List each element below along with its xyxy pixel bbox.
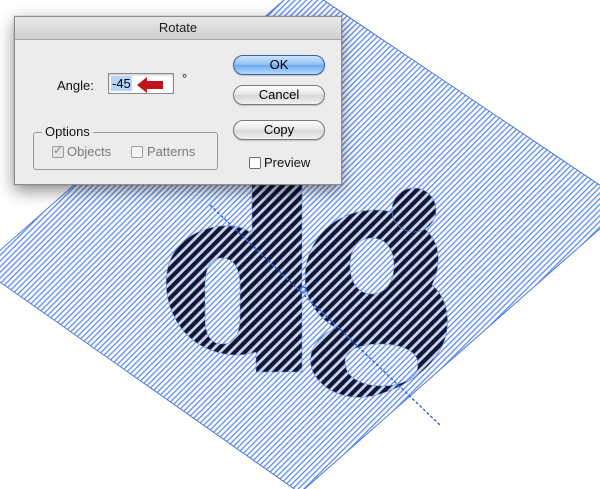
angle-label: Angle: — [57, 78, 94, 93]
preview-checkbox[interactable] — [249, 157, 261, 169]
patterns-label: Patterns — [147, 144, 196, 159]
degree-unit: ° — [182, 71, 188, 86]
preview-label: Preview — [264, 155, 311, 170]
copy-button[interactable]: Copy — [233, 120, 325, 140]
objects-checkbox[interactable] — [52, 143, 64, 158]
dialog-title: Rotate — [15, 17, 341, 40]
rotate-dialog: Rotate Angle: -45 ° Options Objects Patt… — [14, 16, 342, 185]
angle-value[interactable]: -45 — [111, 76, 132, 91]
red-arrow-icon — [137, 77, 163, 93]
options-legend: Options — [42, 124, 93, 139]
patterns-checkbox[interactable] — [131, 146, 143, 158]
objects-label: Objects — [67, 144, 112, 159]
cancel-button[interactable]: Cancel — [233, 85, 325, 105]
ok-button[interactable]: OK — [233, 55, 325, 75]
